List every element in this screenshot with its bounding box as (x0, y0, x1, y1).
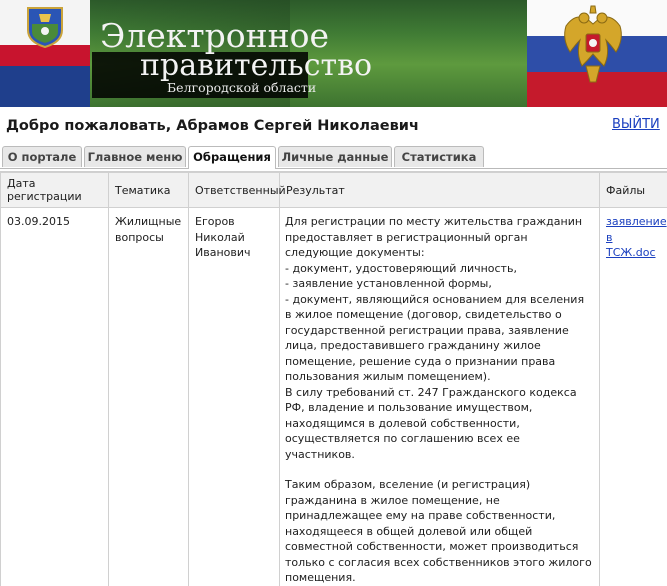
result-paragraph: Для регистрации по месту жительства граж… (285, 214, 593, 261)
column-header-files[interactable]: Файлы (600, 173, 667, 208)
result-paragraph: В силу требований ст. 247 Гражданского к… (285, 385, 593, 463)
tab-statistics[interactable]: Статистика (394, 146, 484, 167)
tab-main-menu[interactable]: Главное меню (84, 146, 186, 167)
tab-about[interactable]: О портале (2, 146, 82, 167)
cell-result: Для регистрации по месту жительства граж… (280, 208, 600, 586)
tab-bar: О портале Главное меню Обращения Личные … (0, 146, 667, 169)
result-paragraph: - документ, являющийся основанием для вс… (285, 292, 593, 385)
cell-responsible: Егоров Николай Иванович (189, 208, 280, 586)
table-row: 03.09.2015 Жилищные вопросы Егоров Никол… (1, 208, 667, 586)
tab-appeals[interactable]: Обращения (188, 146, 276, 169)
attachment-link[interactable]: заявление в ТСЖ.doc (606, 215, 667, 259)
portal-region: Белгородской области (167, 80, 316, 95)
tab-personal-data[interactable]: Личные данные (278, 146, 392, 167)
result-paragraph: - заявление установленной формы, (285, 276, 593, 292)
paragraph-gap (285, 462, 593, 477)
site-banner: Электронное правительство Белгородской о… (0, 0, 667, 107)
table-header-row: Дата регистрации Тематика Ответственный … (1, 173, 667, 208)
column-header-responsible[interactable]: Ответственный (189, 173, 280, 208)
result-paragraph: Таким образом, вселение (и регистрация) … (285, 477, 593, 586)
column-header-result[interactable]: Результат (280, 173, 600, 208)
portal-subtitle: правительство (140, 48, 372, 83)
welcome-bar: Добро пожаловать, Абрамов Сергей Николае… (0, 107, 667, 147)
cell-files: заявление в ТСЖ.doc (600, 208, 667, 586)
cell-date: 03.09.2015 (1, 208, 109, 586)
column-header-topic[interactable]: Тематика (109, 173, 189, 208)
column-header-date[interactable]: Дата регистрации (1, 173, 109, 208)
result-paragraph: - документ, удостоверяющий личность, (285, 261, 593, 277)
logout-link[interactable]: ВЫЙТИ (612, 117, 660, 132)
russian-eagle-emblem-icon (558, 4, 628, 94)
welcome-text: Добро пожаловать, Абрамов Сергей Николае… (6, 118, 419, 134)
region-coat-of-arms-icon (26, 6, 64, 48)
cell-topic: Жилищные вопросы (109, 208, 189, 586)
appeals-table: Дата регистрации Тематика Ответственный … (0, 171, 667, 505)
